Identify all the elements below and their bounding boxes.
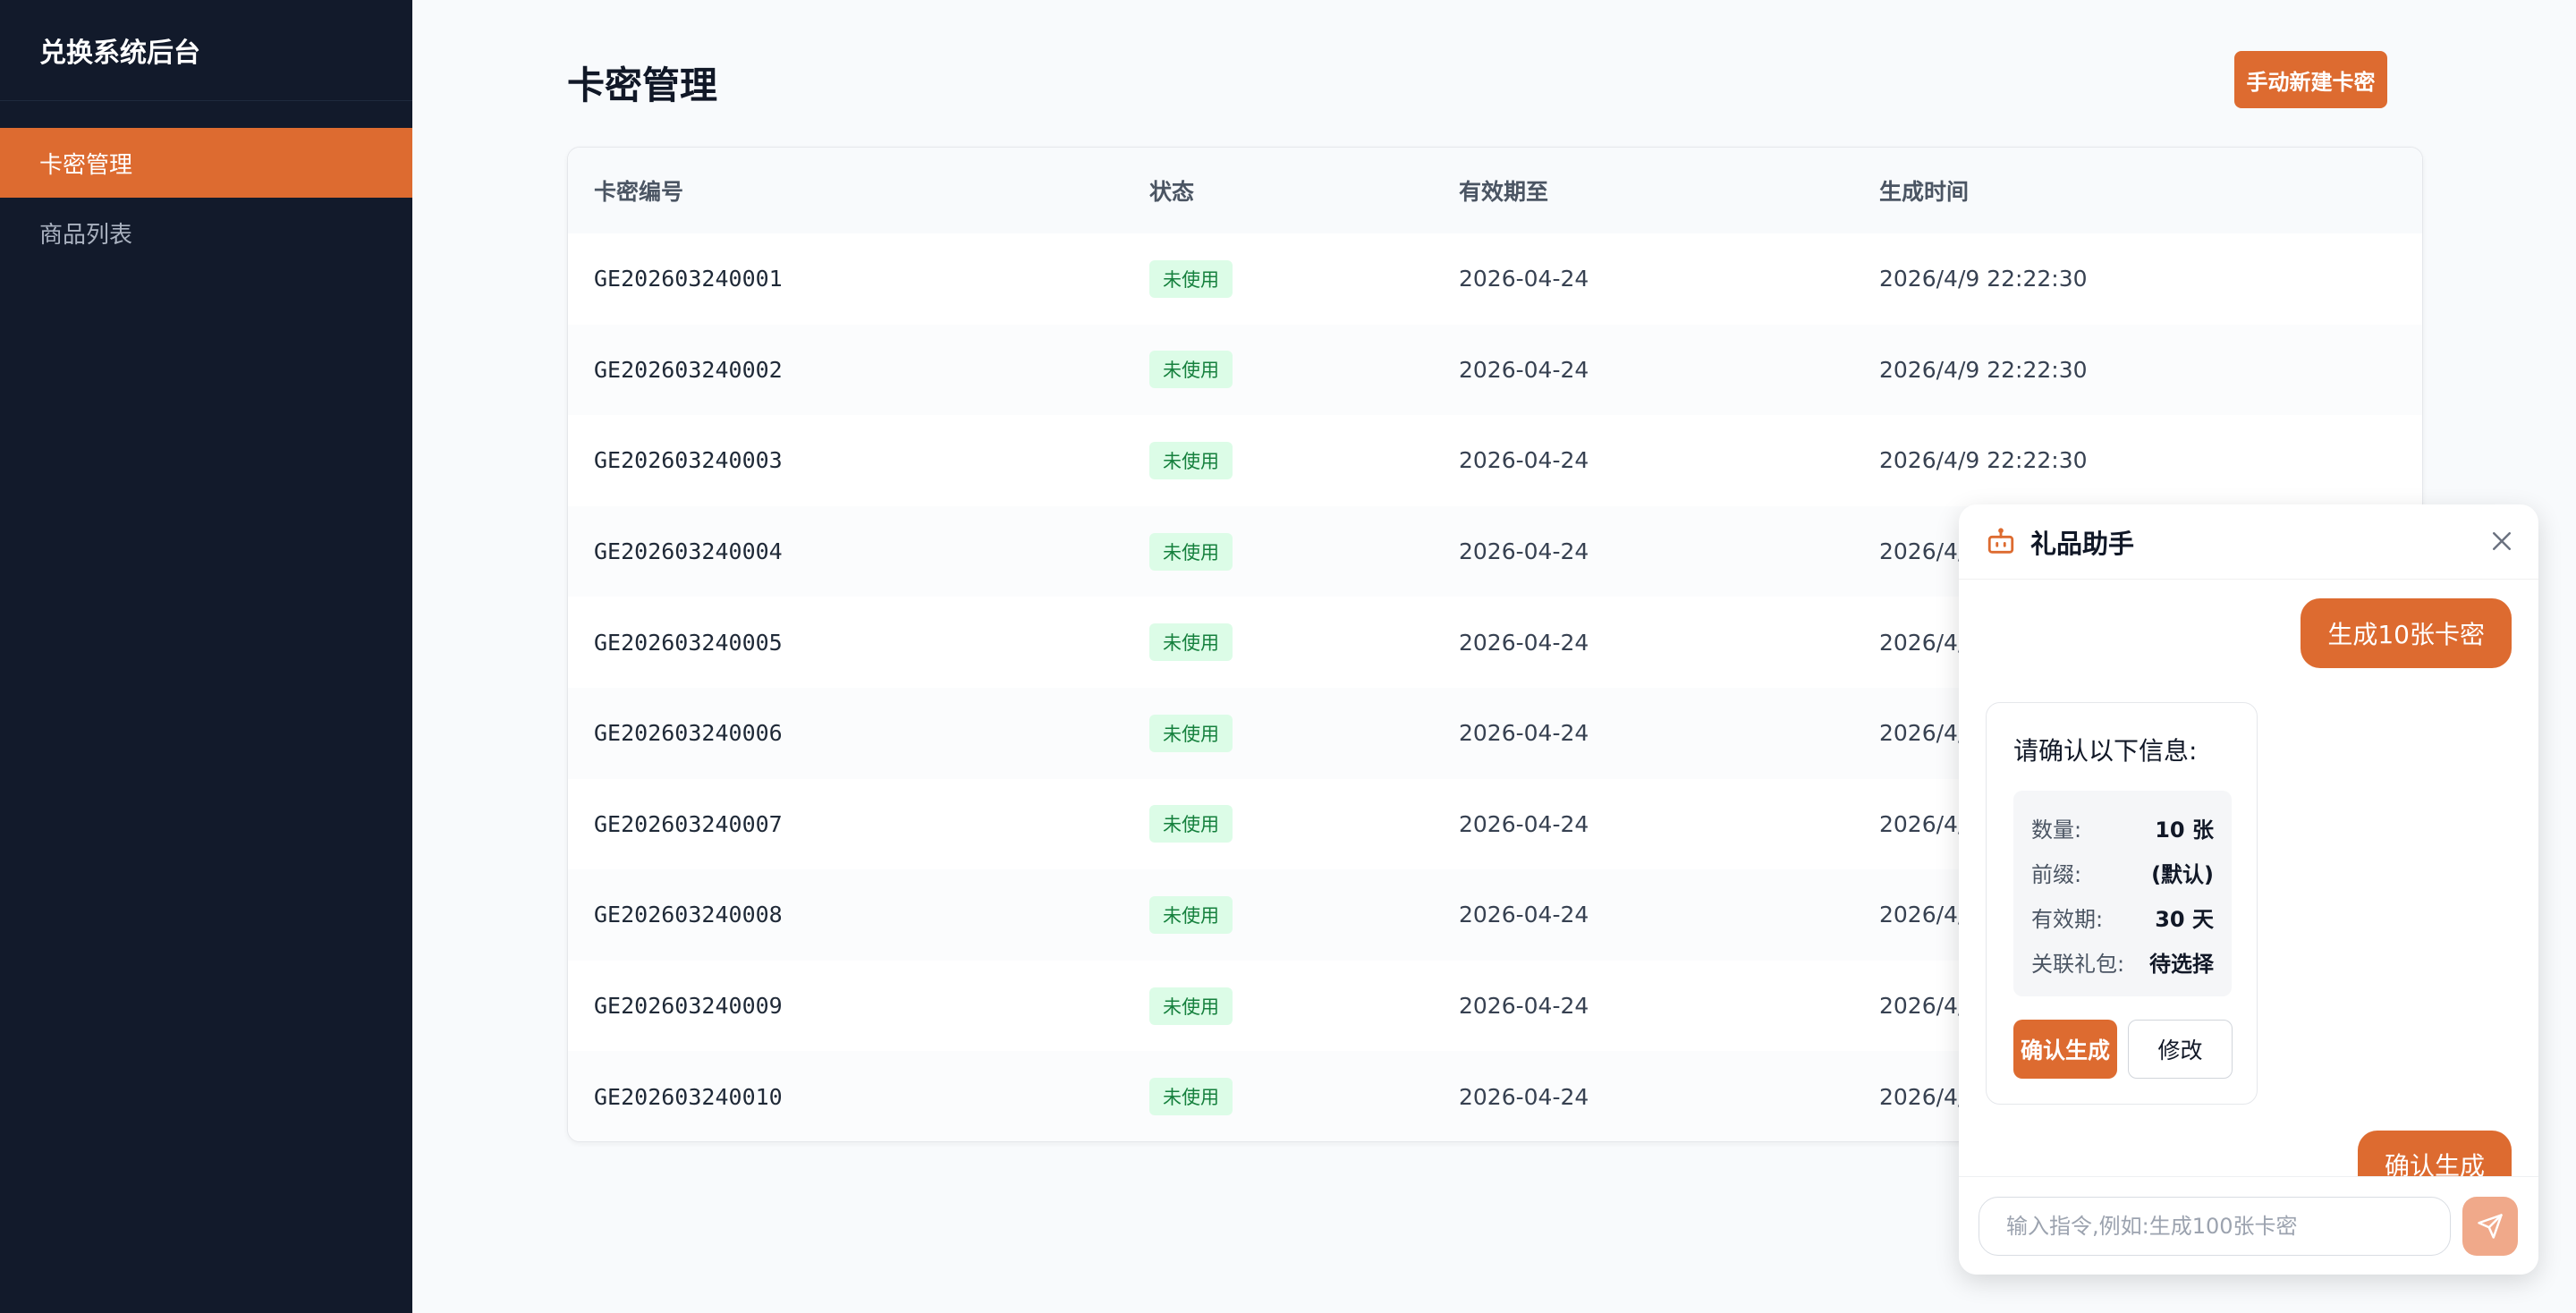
- cell-expires: 2026-04-24: [1459, 720, 1589, 747]
- detail-row-gift-package: 关联礼包: 待选择: [2031, 939, 2214, 984]
- cell-expires: 2026-04-24: [1459, 266, 1589, 292]
- table-row: GE202603240003 未使用 2026-04-24 2026/4/9 22:2…: [568, 415, 2422, 506]
- detail-label: 前缀:: [2031, 861, 2082, 887]
- detail-row-validity: 有效期: 30 天: [2031, 894, 2214, 939]
- edit-button[interactable]: 修改: [2128, 1020, 2233, 1079]
- status-badge: 未使用: [1149, 987, 1233, 1025]
- card-code: GE202603240005: [594, 629, 783, 656]
- sidebar-item-label: 商品列表: [39, 221, 133, 249]
- status-badge: 未使用: [1149, 805, 1233, 843]
- send-button[interactable]: [2462, 1197, 2518, 1256]
- sidebar-item-label: 卡密管理: [39, 151, 133, 179]
- cell-expires: 2026-04-24: [1459, 356, 1589, 383]
- confirm-generate-button[interactable]: 确认生成: [2013, 1020, 2117, 1079]
- cell-expires: 2026-04-24: [1459, 447, 1589, 474]
- cell-expires: 2026-04-24: [1459, 629, 1589, 656]
- sidebar-item-card-management[interactable]: 卡密管理: [0, 128, 412, 198]
- card-code: GE202603240003: [594, 447, 783, 474]
- cell-status: 未使用: [1149, 779, 1459, 870]
- cell-expires: 2026-04-24: [1459, 993, 1589, 1020]
- chat-title: 礼品助手: [2030, 528, 2135, 559]
- robot-icon: [1987, 527, 2014, 554]
- column-header-expires: 有效期至: [1459, 179, 1549, 205]
- detail-value: 10 张: [2155, 817, 2214, 843]
- cell-status: 未使用: [1149, 233, 1459, 325]
- status-badge: 未使用: [1149, 441, 1233, 479]
- cell-code: GE202603240001: [568, 233, 1149, 325]
- status-badge: 未使用: [1149, 351, 1233, 389]
- detail-value: 待选择: [2149, 951, 2214, 977]
- cell-code: GE202603240003: [568, 415, 1149, 506]
- detail-row-quantity: 数量: 10 张: [2031, 805, 2214, 850]
- sidebar-item-product-list[interactable]: 商品列表: [0, 198, 412, 267]
- brand-title: 兑换系统后台: [0, 0, 412, 101]
- cell-code: GE202603240009: [568, 961, 1149, 1052]
- card-code: GE202603240010: [594, 1083, 783, 1110]
- detail-value: 30 天: [2155, 906, 2214, 932]
- cell-status: 未使用: [1149, 415, 1459, 506]
- detail-label: 数量:: [2031, 817, 2082, 843]
- cell-status: 未使用: [1149, 1051, 1459, 1141]
- column-header-created: 生成时间: [1879, 179, 1970, 205]
- sidebar-nav: 卡密管理 商品列表: [0, 128, 412, 267]
- detail-row-prefix: 前缀: (默认): [2031, 850, 2214, 894]
- cell-status: 未使用: [1149, 961, 1459, 1052]
- cell-status: 未使用: [1149, 325, 1459, 416]
- status-badge: 未使用: [1149, 895, 1233, 934]
- cell-expires: 2026-04-24: [1459, 538, 1589, 565]
- card-code: GE202603240008: [594, 902, 783, 928]
- cell-created: 2026/4/9 22:22:30: [1879, 447, 2088, 474]
- cell-status: 未使用: [1149, 597, 1459, 688]
- cell-expires: 2026-04-24: [1459, 902, 1589, 928]
- card-code: GE202603240001: [594, 266, 783, 292]
- cell-expires: 2026-04-24: [1459, 810, 1589, 837]
- confirmation-card: 请确认以下信息: 数量: 10 张 前缀: (默认) 有效期: 30 天 关联礼…: [1986, 702, 2258, 1105]
- user-message: 生成10张卡密: [2301, 598, 2512, 668]
- status-badge: 未使用: [1149, 623, 1233, 662]
- send-icon: [2478, 1214, 2503, 1239]
- status-badge: 未使用: [1149, 714, 1233, 752]
- cell-code: GE202603240006: [568, 688, 1149, 779]
- table-row: GE202603240001 未使用 2026-04-24 2026/4/9 22:2…: [568, 233, 2422, 325]
- cell-status: 未使用: [1149, 506, 1459, 597]
- create-card-button[interactable]: 手动新建卡密: [2234, 51, 2387, 108]
- card-code: GE202603240007: [594, 810, 783, 837]
- page-title: 卡密管理: [567, 64, 718, 107]
- cell-created: 2026/4/9 22:22:30: [1879, 266, 2088, 292]
- status-badge: 未使用: [1149, 259, 1233, 298]
- cell-code: GE202603240010: [568, 1051, 1149, 1141]
- chat-input[interactable]: [1979, 1197, 2451, 1256]
- table-row: GE202603240002 未使用 2026-04-24 2026/4/9 22:2…: [568, 324, 2422, 416]
- cell-code: GE202603240002: [568, 325, 1149, 416]
- assistant-chat-panel: 礼品助手 生成10张卡密 请确认以下信息: 数量: 10 张 前缀: (默认) …: [1959, 504, 2538, 1275]
- detail-value: (默认): [2151, 861, 2214, 887]
- cell-code: GE202603240004: [568, 506, 1149, 597]
- sidebar: 兑换系统后台 卡密管理 商品列表: [0, 0, 412, 1313]
- confirmation-heading: 请确认以下信息:: [2013, 736, 2198, 766]
- cell-created: 2026/4/9 22:22:30: [1879, 356, 2088, 383]
- card-code: GE202603240006: [594, 720, 783, 747]
- cell-expires: 2026-04-24: [1459, 1083, 1589, 1110]
- column-header-code: 卡密编号: [594, 179, 684, 205]
- close-icon[interactable]: [2488, 528, 2515, 555]
- status-badge: 未使用: [1149, 532, 1233, 571]
- detail-label: 关联礼包:: [2031, 951, 2125, 977]
- cell-code: GE202603240008: [568, 869, 1149, 961]
- cell-code: GE202603240007: [568, 779, 1149, 870]
- table-header-row: 卡密编号 状态 有效期至 生成时间: [568, 148, 2422, 233]
- column-header-status: 状态: [1149, 179, 1195, 205]
- detail-label: 有效期:: [2031, 906, 2104, 932]
- cell-status: 未使用: [1149, 688, 1459, 779]
- confirmation-details: 数量: 10 张 前缀: (默认) 有效期: 30 天 关联礼包: 待选择: [2013, 791, 2232, 996]
- card-code: GE202603240009: [594, 993, 783, 1020]
- status-badge: 未使用: [1149, 1078, 1233, 1116]
- cell-code: GE202603240005: [568, 597, 1149, 688]
- chat-input-bar: [1959, 1176, 2538, 1275]
- card-code: GE202603240002: [594, 356, 783, 383]
- chat-header: 礼品助手: [1959, 504, 2538, 580]
- card-code: GE202603240004: [594, 538, 783, 565]
- cell-status: 未使用: [1149, 869, 1459, 961]
